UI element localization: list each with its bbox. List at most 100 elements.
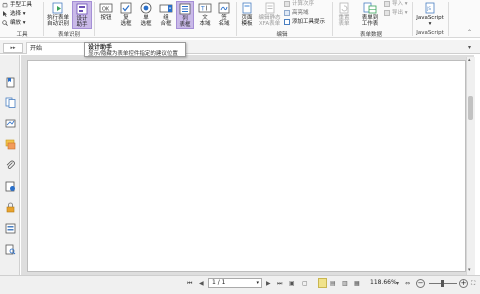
separator xyxy=(236,2,237,36)
separator xyxy=(94,2,95,36)
button-field-button[interactable]: OK 按钮 xyxy=(97,1,115,29)
form-to-sheet-button[interactable]: 表单到 工作表 xyxy=(358,1,382,29)
zoom-in-icon[interactable]: + xyxy=(459,279,468,288)
attachment-icon[interactable] xyxy=(5,160,16,171)
combo-box-icon xyxy=(159,2,173,14)
facing-view-icon[interactable]: ▥ xyxy=(342,280,348,287)
zoom-dropdown-icon[interactable]: ▾ xyxy=(396,280,399,287)
reset-form-icon xyxy=(337,2,351,14)
reset-form-button[interactable]: 重置 表单 xyxy=(334,1,354,29)
page-template-icon xyxy=(240,2,254,14)
radio-icon xyxy=(139,2,153,14)
zoom-button[interactable]: 编放 ▾ xyxy=(2,19,26,27)
import-button[interactable]: 导入 ▾ xyxy=(384,0,408,8)
signature-icon xyxy=(217,2,231,14)
run-form-icon xyxy=(51,2,65,14)
hand-icon xyxy=(2,2,8,8)
tooltip-title: 设计助手 xyxy=(88,44,113,51)
calc-order-button[interactable]: 计算次序 xyxy=(284,0,314,8)
page-number-input[interactable]: 1 / 1 ▾ xyxy=(208,278,262,288)
javascript-group-label: JavaScript xyxy=(416,30,444,36)
first-page-icon[interactable]: ⏮ xyxy=(187,280,192,288)
page-thumbnails-icon[interactable] xyxy=(5,97,16,108)
comments-icon[interactable] xyxy=(5,139,16,150)
highlight-fields-button[interactable]: 高亮域 xyxy=(284,9,309,17)
design-assistant-tooltip: 设计助手 显示/隐藏为表单控件指定的建议位置 xyxy=(84,42,186,57)
ok-button-icon: OK xyxy=(99,2,113,14)
continuous-view-icon[interactable]: ▤ xyxy=(330,280,336,287)
separator xyxy=(448,2,449,36)
document-tab[interactable]: 开始 xyxy=(26,42,86,54)
bookmark-icon[interactable] xyxy=(5,77,16,88)
single-page-view-icon[interactable] xyxy=(318,278,327,288)
textfield-button[interactable]: T 文 本域 xyxy=(196,1,214,29)
page-template-button[interactable]: 页面 模板 xyxy=(238,1,256,29)
left-navigation-panel xyxy=(0,55,20,275)
ribbon: 手型工具 选择 ▾ 编放 ▾ 工具 执行表单 自动识别 设计 助手 表单识别 O… xyxy=(0,0,480,38)
scroll-up-icon[interactable]: ▴ xyxy=(468,57,471,63)
zoom-slider-thumb[interactable] xyxy=(441,280,444,287)
tools-group-label: 工具 xyxy=(16,32,28,38)
design-assistant-button[interactable]: 设计 助手 xyxy=(72,1,92,29)
search-document-icon[interactable] xyxy=(5,244,16,255)
collapse-ribbon-icon[interactable]: ⌃ xyxy=(467,29,472,36)
fullscreen-icon[interactable]: ⛶ xyxy=(471,280,475,288)
separator xyxy=(412,2,413,36)
vertical-scrollbar[interactable] xyxy=(466,57,475,275)
scrollbar-thumb[interactable] xyxy=(468,96,473,120)
combo-field-button[interactable]: 组 合框 xyxy=(157,1,175,29)
tooltip-description: 显示/隐藏为表单控件指定的建议位置 xyxy=(88,51,178,57)
checkbox-icon xyxy=(119,2,133,14)
separator xyxy=(43,2,44,36)
highlight-icon xyxy=(284,9,290,16)
text-field-icon: T xyxy=(198,2,212,14)
radio-field-button[interactable]: 单 选框 xyxy=(137,1,155,29)
listbox-field-button[interactable]: 列 表框 xyxy=(176,1,194,29)
calc-order-icon xyxy=(284,0,290,7)
zoom-level: 118.66% xyxy=(370,279,397,286)
edit-group-label: 编辑 xyxy=(276,32,288,38)
export-icon xyxy=(384,9,390,16)
svg-text:OK: OK xyxy=(102,6,110,12)
panel-toggle-button[interactable]: ▸▸ xyxy=(3,43,23,53)
security-lock-icon[interactable] xyxy=(5,202,16,213)
fit-width-icon[interactable]: ⇔ xyxy=(405,280,410,287)
xfa-form-icon xyxy=(263,2,277,14)
layers-icon[interactable] xyxy=(5,118,16,129)
checkbox-field-button[interactable]: 复 选框 xyxy=(117,1,135,29)
form-recognition-group-label: 表单识别 xyxy=(57,32,80,38)
cover-view-icon[interactable]: ▦ xyxy=(354,280,360,287)
design-assistant-icon xyxy=(75,3,89,15)
select-cursor-icon xyxy=(2,10,8,17)
add-tooltip-button[interactable]: 添加工具提示 xyxy=(284,18,325,26)
svg-text:JS: JS xyxy=(426,6,431,11)
separator xyxy=(332,2,333,36)
select-button[interactable]: 选择 ▾ xyxy=(2,10,26,18)
view-mode-icon[interactable]: ▣ xyxy=(289,280,295,287)
svg-text:T: T xyxy=(200,6,205,13)
fit-page-icon[interactable]: ▢ xyxy=(302,280,308,287)
page-dropdown-icon: ▾ xyxy=(256,280,259,286)
run-form-recognition-button[interactable]: 执行表单 自动识别 xyxy=(45,1,71,29)
zoom-out-icon[interactable]: − xyxy=(416,279,425,288)
edit-static-xfa-button[interactable]: 编辑静态 XFA表单 xyxy=(257,1,282,29)
import-icon xyxy=(384,0,390,7)
javascript-icon: JS xyxy=(423,2,437,14)
export-button[interactable]: 导出 ▾ xyxy=(384,9,408,17)
signatures-icon[interactable] xyxy=(5,181,16,192)
tab-list-dropdown-icon[interactable]: ▾ xyxy=(468,44,471,51)
hand-tool-button[interactable]: 手型工具 xyxy=(2,1,32,9)
javascript-button[interactable]: JS JavaScript ▾ xyxy=(414,1,446,29)
previous-page-icon[interactable]: ◀ xyxy=(199,280,204,287)
pdf-page[interactable] xyxy=(27,60,466,272)
form-data-group-label: 表单数据 xyxy=(359,32,382,38)
last-page-icon[interactable]: ⏭ xyxy=(277,280,282,288)
tooltip-icon xyxy=(284,18,290,25)
form-to-sheet-icon xyxy=(363,2,377,14)
scroll-down-icon[interactable]: ▾ xyxy=(468,267,471,273)
signature-field-button[interactable]: 签 名域 xyxy=(215,1,233,29)
form-fields-icon[interactable] xyxy=(5,223,16,234)
next-page-icon[interactable]: ▶ xyxy=(266,280,271,287)
list-box-icon xyxy=(178,3,192,15)
zoom-icon xyxy=(2,19,8,26)
